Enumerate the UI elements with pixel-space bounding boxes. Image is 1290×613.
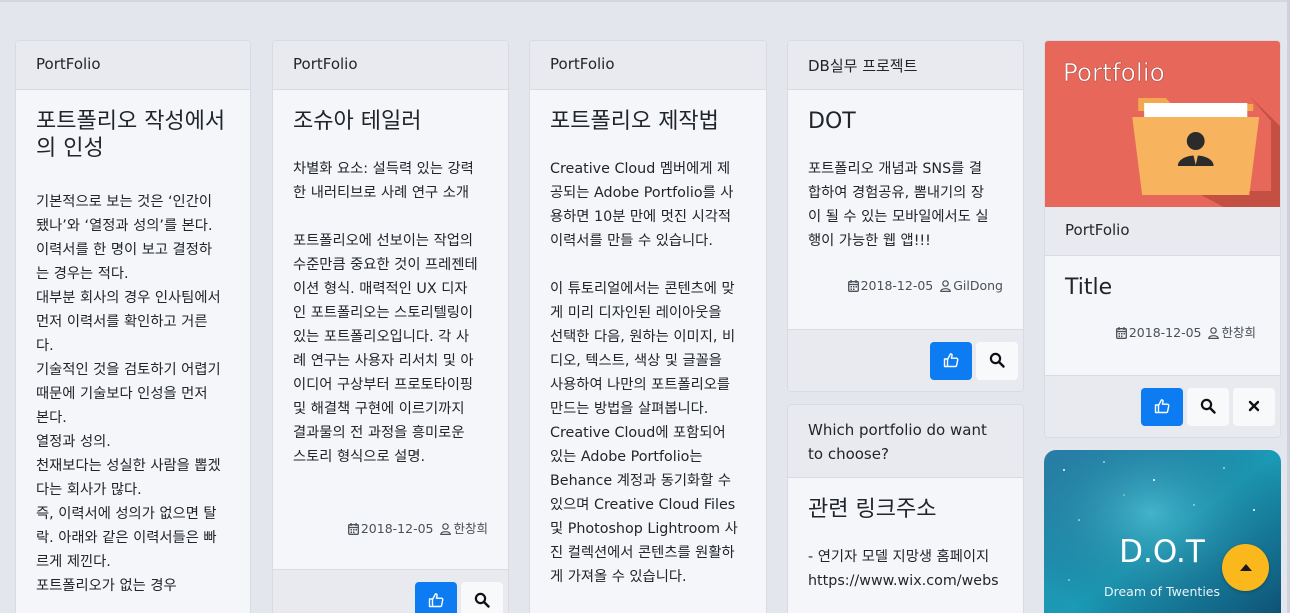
scroll-top-button[interactable] (1222, 544, 1269, 591)
card-title[interactable]: 조슈아 테일러 (293, 108, 488, 135)
card-title[interactable]: 관련 링크주소 (808, 496, 1003, 523)
dot-title: D.O.T (1119, 534, 1206, 570)
card-actions (788, 329, 1023, 391)
card-title[interactable]: 포트폴리오 제작법 (550, 108, 746, 135)
calendar-icon (1115, 327, 1127, 342)
portfolio-folder-thumbnail[interactable]: Portfolio (1045, 41, 1280, 207)
card-text: 포트폴리오 개념과 SNS를 결 합하여 경험공유, 뽐내기의 장 이 될 수 … (808, 161, 989, 249)
post-card: Portfolio PortFolio Title 2018-12-05 한창희 (1044, 40, 1281, 438)
card-author[interactable]: 한창희 (1221, 325, 1256, 340)
post-card: PortFolio 포트폴리오 작성에서 의 인성 기본적으로 보는 것은 ‘인… (15, 40, 251, 613)
card-author[interactable]: GilDong (953, 278, 1003, 293)
card-text: 차별화 요소: 설득력 있는 강력 한 내러티브로 사례 연구 소개 포트폴리오… (293, 161, 478, 465)
card-text: Creative Cloud 멤버에게 제 공되는 Adobe Portfoli… (550, 161, 738, 585)
view-button[interactable] (976, 342, 1018, 380)
post-card: Which portfolio do want to choose? 관련 링크… (787, 404, 1024, 613)
card-actions (273, 569, 508, 613)
thumbs-up-icon (428, 592, 444, 611)
card-category: PortFolio (16, 41, 250, 90)
card-category: DB실무 프로젝트 (788, 41, 1023, 90)
post-card: PortFolio 조슈아 테일러 차별화 요소: 설득력 있는 강력 한 내러… (272, 40, 509, 613)
card-title[interactable]: DOT (808, 108, 1003, 135)
view-button[interactable] (461, 582, 503, 613)
delete-button[interactable] (1233, 388, 1275, 426)
user-icon (440, 523, 452, 538)
thumbnail-label: Portfolio (1063, 58, 1165, 87)
card-meta: 2018-12-05 GilDong (808, 278, 1003, 295)
card-text: - 연기자 모델 지망생 홈페이지 https://www.wix.com/we… (808, 549, 999, 589)
dot-subtitle: Dream of Twenties (1104, 584, 1220, 599)
caret-up-icon (1239, 558, 1253, 577)
post-card: PortFolio 포트폴리오 제작법 Creative Cloud 멤버에게 … (529, 40, 767, 613)
like-button[interactable] (930, 342, 972, 380)
card-category: PortFolio (530, 41, 766, 90)
card-date: 2018-12-05 (860, 278, 934, 293)
search-icon (989, 352, 1005, 371)
page-top-edge (0, 0, 1290, 2)
user-icon (1208, 327, 1220, 342)
like-button[interactable] (1141, 388, 1183, 426)
card-date: 2018-12-05 (1128, 325, 1202, 340)
thumbs-up-icon (1154, 398, 1170, 417)
thumbs-up-icon (943, 352, 959, 371)
card-title[interactable]: 포트폴리오 작성에서 의 인성 (36, 108, 230, 162)
card-actions (1045, 375, 1280, 437)
search-icon (474, 592, 490, 611)
search-icon (1200, 398, 1216, 417)
card-title[interactable]: Title (1065, 274, 1260, 301)
user-icon (940, 280, 952, 295)
card-category: PortFolio (273, 41, 508, 90)
view-button[interactable] (1187, 388, 1229, 426)
card-author[interactable]: 한창희 (453, 521, 488, 536)
card-meta: 2018-12-05 한창희 (1065, 322, 1260, 342)
calendar-icon (347, 523, 359, 538)
card-text: 기본적으로 보는 것은 ‘인간이 됐나’와 ‘열정과 성의’를 본다. 이력서를… (36, 194, 221, 594)
like-button[interactable] (415, 582, 457, 613)
post-card: DB실무 프로젝트 DOT 포트폴리오 개념과 SNS를 결 합하여 경험공유,… (787, 40, 1024, 392)
close-icon (1247, 399, 1261, 416)
card-meta: 2018-12-05 한창희 (293, 518, 488, 538)
card-category: Which portfolio do want to choose? (788, 405, 1023, 478)
card-category: PortFolio (1045, 207, 1280, 256)
calendar-icon (847, 280, 859, 295)
card-date: 2018-12-05 (360, 521, 434, 536)
